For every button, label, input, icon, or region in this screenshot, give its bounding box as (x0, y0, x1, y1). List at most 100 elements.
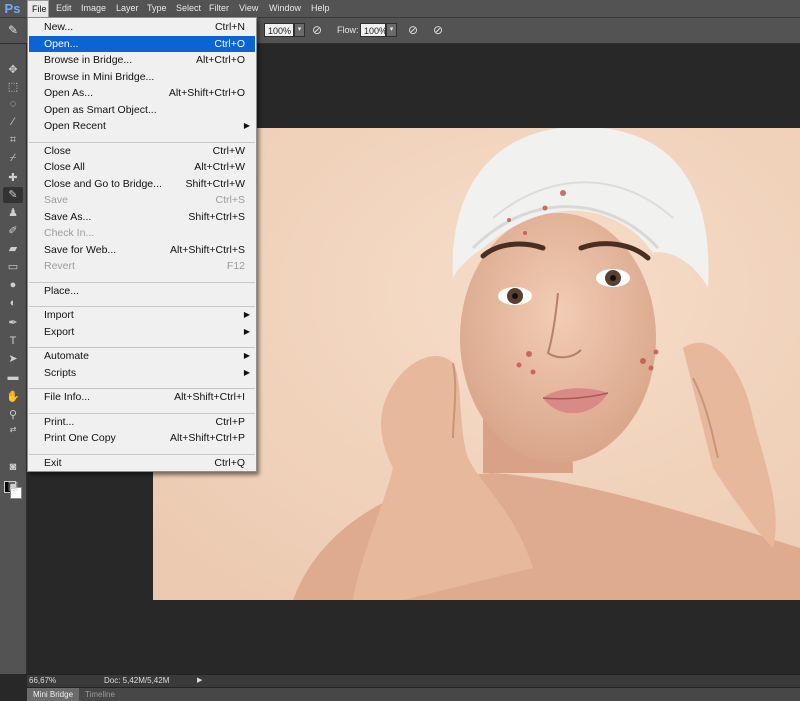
hand-icon[interactable]: ✋ (3, 389, 23, 405)
dodge-icon[interactable]: ◐ (3, 295, 23, 311)
swap-colors-icon[interactable]: ⇄ (3, 422, 23, 438)
menu-item-close-all[interactable]: Close All Alt+Ctrl+W (29, 159, 255, 175)
screen-mode-icon[interactable]: ▣ (3, 478, 23, 494)
menu-item-label: Open Recent (44, 120, 106, 132)
blur-icon[interactable]: ● (3, 277, 23, 293)
menu-item-label: Place... (44, 284, 80, 297)
submenu-arrow-icon: ▶ (243, 121, 250, 130)
menu-item-shortcut: Alt+Shift+Ctrl+O (168, 87, 245, 99)
pressure-size-icon[interactable]: ⊘ (430, 22, 446, 38)
eraser-icon[interactable]: ▰ (3, 241, 23, 257)
menu-item-label: Check In... (44, 227, 95, 239)
menu-item-open-recent[interactable]: Open Recent ▶ (29, 118, 255, 134)
marquee-icon[interactable]: ⬚ (3, 79, 23, 95)
menu-item-shortcut: Alt+Shift+Ctrl+I (174, 391, 245, 403)
menu-item-automate[interactable]: Automate ▶ (29, 348, 255, 364)
tab-timeline[interactable]: Timeline (79, 688, 121, 701)
file-menu-dropdown: New... Ctrl+N Open... Ctrl+O Browse in Bridg… (27, 17, 257, 472)
menu-item-label: Export (44, 325, 75, 338)
opacity-dropdown-arrow[interactable]: ▾ (294, 23, 305, 37)
menu-file[interactable]: File (27, 0, 49, 17)
menu-item-open[interactable]: Open... Ctrl+O (29, 35, 255, 52)
quick-select-icon[interactable]: ⁄ (3, 114, 23, 130)
gradient-icon[interactable]: ▭ (3, 259, 23, 275)
lasso-icon[interactable]: ◌ (3, 96, 23, 112)
menu-item-label: Close and Go to Bridge... (44, 177, 162, 190)
menu-item-new[interactable]: New... Ctrl+N (29, 19, 255, 35)
flow-field[interactable]: 100% (360, 23, 387, 37)
healing-brush-icon[interactable]: ✚ (3, 170, 23, 186)
path-select-icon[interactable]: ➤ (3, 351, 23, 367)
menu-item-label: Close (44, 144, 71, 157)
menu-item-shortcut: Ctrl+W (212, 144, 245, 157)
menu-image[interactable]: Image (77, 0, 110, 17)
menu-item-label: Open As... (44, 87, 94, 99)
menu-edit[interactable]: Edit (52, 0, 76, 17)
tools-panel: ✥ ⬚ ◌ ⁄ ⌗ ⌿ ✚ ✎ ♟ ✐ ▰ ▭ ● ◐ ✒ T ➤ ▬ ✋ ⚲ … (0, 44, 27, 674)
menu-item-place[interactable]: Place... (29, 283, 255, 299)
menu-item-shortcut: Alt+Shift+Ctrl+P (170, 432, 245, 444)
rectangle-icon[interactable]: ▬ (3, 369, 23, 385)
menu-select[interactable]: Select (172, 0, 205, 17)
crop-icon[interactable]: ⌗ (3, 132, 23, 148)
menu-filter[interactable]: Filter (205, 0, 233, 17)
brush-icon[interactable]: ✎ (3, 187, 23, 203)
menu-item-scripts[interactable]: Scripts ▶ (29, 365, 255, 381)
photoshop-logo: Ps (4, 1, 21, 16)
menu-item-print-one-copy[interactable]: Print One Copy Alt+Shift+Ctrl+P (29, 430, 255, 446)
pressure-opacity-icon[interactable]: ⊘ (309, 22, 325, 38)
type-icon[interactable]: T (3, 333, 23, 349)
menu-item-open-as[interactable]: Open As... Alt+Shift+Ctrl+O (29, 85, 255, 101)
menu-item-shortcut: Ctrl+Q (214, 456, 245, 469)
opacity-field[interactable]: 100% (264, 23, 294, 37)
menu-item-label: Print One Copy (44, 432, 116, 444)
menu-item-label: Save (44, 194, 68, 206)
menu-item-revert: Revert F12 (29, 258, 255, 274)
menu-window[interactable]: Window (265, 0, 305, 17)
menu-item-close[interactable]: Close Ctrl+W (29, 143, 255, 159)
menu-item-exit[interactable]: Exit Ctrl+Q (29, 455, 255, 471)
menu-item-close-and-go-to-bridge[interactable]: Close and Go to Bridge... Shift+Ctrl+W (29, 176, 255, 192)
clone-stamp-icon[interactable]: ♟ (3, 205, 23, 221)
menu-item-shortcut: Alt+Ctrl+W (194, 161, 245, 173)
menu-item-label: Import (44, 309, 74, 321)
menu-item-file-info[interactable]: File Info... Alt+Shift+Ctrl+I (29, 389, 255, 405)
flow-dropdown-arrow[interactable]: ▾ (386, 23, 397, 37)
menu-item-label: Print... (44, 415, 75, 428)
menu-item-label: File Info... (44, 391, 91, 403)
menu-item-open-as-smart-object[interactable]: Open as Smart Object... (29, 102, 255, 118)
menu-layer[interactable]: Layer (112, 0, 143, 17)
menu-item-shortcut: Shift+Ctrl+S (188, 210, 245, 223)
menu-item-print[interactable]: Print... Ctrl+P (29, 414, 255, 430)
menu-item-save-for-web[interactable]: Save for Web... Alt+Shift+Ctrl+S (29, 242, 255, 258)
menu-item-import[interactable]: Import ▶ (29, 307, 255, 323)
menu-item-browse-in-mini-bridge[interactable]: Browse in Mini Bridge... (29, 69, 255, 85)
menu-item-save-as[interactable]: Save As... Shift+Ctrl+S (29, 209, 255, 225)
menu-view[interactable]: View (235, 0, 262, 17)
status-menu-arrow-icon[interactable]: ▶ (197, 676, 202, 686)
menu-type[interactable]: Type (143, 0, 171, 17)
menu-item-save: Save Ctrl+S (29, 192, 255, 208)
move-icon[interactable]: ✥ (3, 62, 23, 78)
brush-preset-icon[interactable]: ✎ (5, 22, 21, 38)
zoom-level[interactable]: 66,67% (29, 675, 56, 687)
menu-item-label: Scripts (44, 366, 77, 379)
menu-item-browse-in-bridge[interactable]: Browse in Bridge... Alt+Ctrl+O (29, 52, 255, 68)
menu-item-export[interactable]: Export ▶ (29, 324, 255, 340)
submenu-arrow-icon: ▶ (243, 351, 250, 360)
menu-item-label: Automate (44, 350, 89, 362)
history-brush-icon[interactable]: ✐ (3, 223, 23, 239)
status-bar: 66,67% Doc: 5,42M/5,42M ▶ (27, 674, 800, 687)
quick-mask-icon[interactable]: ◙ (3, 459, 23, 475)
menu-item-label: Close All (44, 161, 85, 173)
eyedropper-icon[interactable]: ⌿ (3, 150, 23, 166)
menu-item-shortcut: Alt+Shift+Ctrl+S (170, 243, 245, 256)
tab-mini-bridge[interactable]: Mini Bridge (27, 688, 80, 701)
pen-icon[interactable]: ✒ (3, 315, 23, 331)
menu-item-label: New... (44, 21, 74, 33)
zoom-icon[interactable]: ⚲ (3, 407, 23, 423)
document-info: Doc: 5,42M/5,42M (104, 676, 170, 685)
menu-help[interactable]: Help (307, 0, 334, 17)
submenu-arrow-icon: ▶ (243, 326, 250, 336)
airbrush-icon[interactable]: ⊘ (405, 22, 421, 38)
